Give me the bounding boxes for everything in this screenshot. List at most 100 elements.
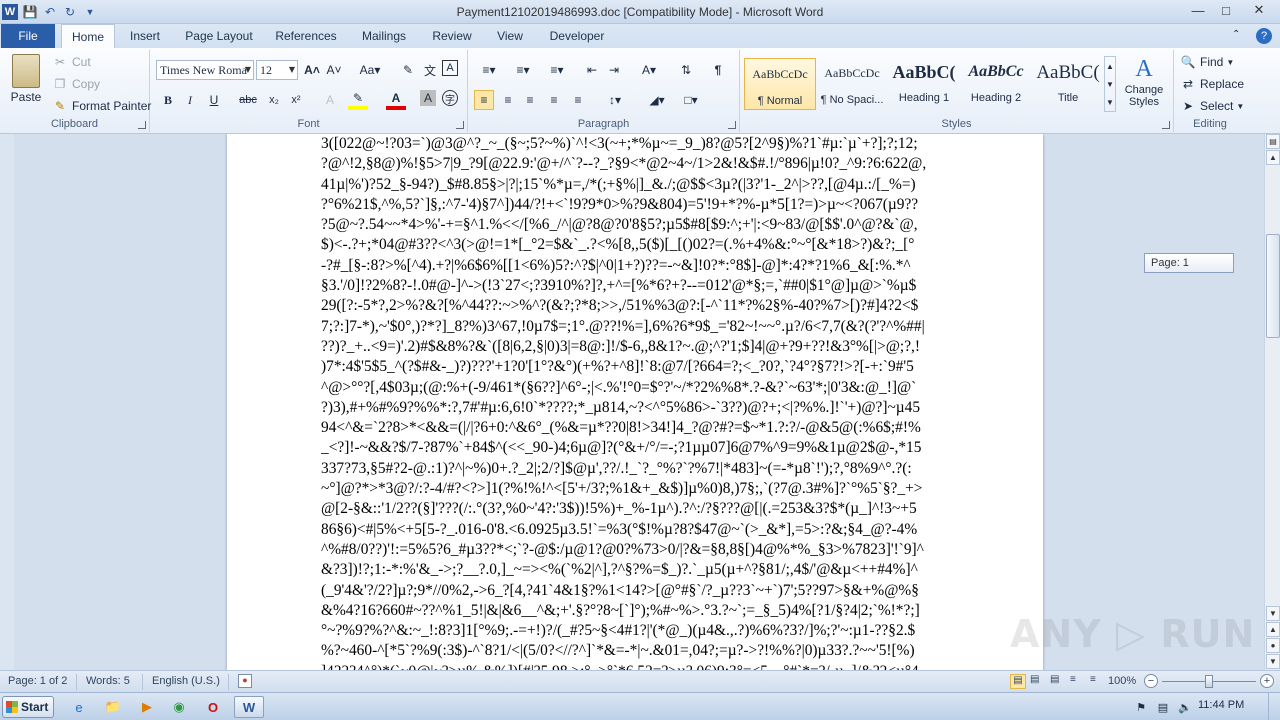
- full-screen-reading-icon[interactable]: ▤: [1030, 674, 1039, 685]
- document-line[interactable]: )7*:4$'5$5_^(?$#&-_)?)???'+1?0'[1°?&°)(+…: [321, 357, 951, 377]
- document-line[interactable]: ?@^!2,§8@)%!§5>7|9_?9[@22.9:'@+/^`?--?_?…: [321, 154, 951, 174]
- style-normal[interactable]: AaBbCcDc ¶ Normal: [744, 58, 816, 110]
- highlight-icon[interactable]: ✎: [348, 90, 368, 110]
- document-line[interactable]: °~?%9?%?^&:~_!:8?3]1[°%9;.-=+!)?/(_#?5~§…: [321, 621, 951, 641]
- select-button[interactable]: ➤ Select ▼: [1180, 98, 1244, 114]
- clear-formatting-icon[interactable]: ✎: [398, 60, 418, 80]
- help-icon[interactable]: ?: [1256, 28, 1272, 44]
- enclose-characters-icon[interactable]: 字: [442, 90, 458, 106]
- font-color-icon[interactable]: A: [386, 90, 406, 110]
- text-effects-icon[interactable]: A: [320, 90, 340, 110]
- document-line[interactable]: %?~460-^[*5`?%9(:3$)-^`8?1/<|(5/0?<//?^]…: [321, 641, 951, 661]
- document-line[interactable]: ]422?4^°)*(`~0@|~?>µ%.&%])[#|?5,98.>;°_>…: [321, 662, 951, 670]
- document-line[interactable]: ?°6%21$,^%,5?`]§,:^7-'4)§7^])44/?!+<`!9?…: [321, 195, 951, 215]
- numbering-icon[interactable]: ≡▾: [510, 60, 536, 80]
- zoom-level[interactable]: 100%: [1108, 675, 1136, 687]
- document-line[interactable]: 29([?:-5*?,2>%?&?[%^44??:~>%^?(&?;?*8;>>…: [321, 296, 951, 316]
- shading-icon[interactable]: ◢▾: [644, 90, 670, 110]
- paragraph-launcher-icon[interactable]: [728, 121, 736, 129]
- sort-icon[interactable]: ⇅: [676, 60, 696, 80]
- tab-page-layout[interactable]: Page Layout: [180, 24, 258, 48]
- document-line[interactable]: ??)?_+..<9=)'.2)#$&8%?&`([8|6,2,§|0)3|=8…: [321, 337, 951, 357]
- document-line[interactable]: ^@>°°?[,4$03µ;(@:%+(-9/461*(§6??]^6°-;|<…: [321, 378, 951, 398]
- language-indicator[interactable]: English (U.S.): [152, 675, 220, 687]
- grow-font-icon[interactable]: A˄: [302, 60, 322, 80]
- zoom-in-icon[interactable]: +: [1260, 674, 1274, 688]
- document-line[interactable]: 94<^&=`2?8>*<&&=(|/|?6+0:^&6°_(%&=µ*??0|…: [321, 418, 951, 438]
- copy-button[interactable]: ❐ Copy: [52, 76, 100, 92]
- superscript-icon[interactable]: x²: [286, 90, 306, 110]
- document-line[interactable]: ?5@~?.54~~*4>%'-+=§^1.%<</[%6_/^|@?8@?0'…: [321, 215, 951, 235]
- media-player-icon[interactable]: ▶: [134, 696, 160, 718]
- underline-icon[interactable]: U: [204, 90, 224, 110]
- multilevel-list-icon[interactable]: ≡▾: [544, 60, 570, 80]
- align-right-icon[interactable]: ≡: [520, 90, 540, 110]
- borders-icon[interactable]: □▾: [678, 90, 704, 110]
- clock[interactable]: 11:44 PM: [1198, 699, 1244, 711]
- character-border-icon[interactable]: A: [442, 60, 458, 76]
- paste-button[interactable]: Paste: [8, 54, 44, 104]
- document-line[interactable]: (_9'4&'?/2?]µ?;9*//0%2,->6_?[4,?41`4&1§?…: [321, 581, 951, 601]
- scroll-down-icon[interactable]: ▼: [1266, 606, 1280, 621]
- font-name-select[interactable]: Times New Roma ▼: [156, 60, 254, 80]
- tab-insert[interactable]: Insert: [122, 24, 168, 48]
- replace-button[interactable]: ⇄ Replace: [1180, 76, 1244, 92]
- increase-indent-icon[interactable]: ⇥: [604, 60, 624, 80]
- next-page-icon[interactable]: ▼: [1266, 654, 1280, 669]
- asian-layout-icon[interactable]: A▾: [636, 60, 662, 80]
- shrink-font-icon[interactable]: A˅: [324, 60, 344, 80]
- document-line[interactable]: ^%#8/0??)'!:=5%5?6_#µ3??*<;`?-@$:/µ@1?@0…: [321, 540, 951, 560]
- change-case-icon[interactable]: Aa▾: [356, 60, 384, 80]
- change-styles-button[interactable]: A Change Styles: [1120, 54, 1168, 108]
- document-body[interactable]: 3([022@~!?03=`)@3@^?_~_(§~;5?~%)`^!<3(~+…: [321, 134, 951, 670]
- bold-icon[interactable]: B: [158, 90, 178, 110]
- document-line[interactable]: 86§6)<#|5%<+5[5-?_.016-0'8.<6.0925µ3.5!`…: [321, 520, 951, 540]
- document-line[interactable]: 337?73,§5#?2-@.:1)?^|~%)0+.?_2|;2/?]$@µ'…: [321, 459, 951, 479]
- show-desktop-button[interactable]: [1268, 693, 1280, 720]
- ie-icon[interactable]: e: [66, 696, 92, 718]
- document-line[interactable]: 3([022@~!?03=`)@3@^?_~_(§~;5?~%)`^!<3(~+…: [321, 134, 951, 154]
- scrollbar-thumb[interactable]: [1266, 234, 1280, 338]
- document-line[interactable]: 41µ|%')?52_§-94?)_$#8.85§>|?|;15`%*µ=,/*…: [321, 175, 951, 195]
- chrome-icon[interactable]: ◉: [166, 696, 192, 718]
- document-line[interactable]: -?#_[§-:8?>%[^4).+?|%6$6%[[1<6%)5?:^?$|^…: [321, 256, 951, 276]
- print-layout-icon[interactable]: ▤: [1010, 674, 1026, 689]
- draft-icon[interactable]: ≡: [1090, 674, 1096, 685]
- format-painter-button[interactable]: ✎ Format Painter: [52, 98, 151, 114]
- strikethrough-icon[interactable]: abc: [238, 90, 258, 110]
- ruler-toggle-icon[interactable]: ▤: [1266, 134, 1280, 149]
- justify-icon[interactable]: ≡: [544, 90, 564, 110]
- tab-mailings[interactable]: Mailings: [354, 24, 414, 48]
- subscript-icon[interactable]: x₂: [264, 90, 284, 110]
- italic-icon[interactable]: I: [180, 90, 200, 110]
- zoom-out-icon[interactable]: −: [1144, 674, 1158, 688]
- line-spacing-icon[interactable]: ↕▾: [602, 90, 628, 110]
- style-title[interactable]: AaBbC( Title: [1032, 58, 1104, 110]
- document-line[interactable]: 7;?:]7-*),~'$0°,)?*?]_8?%)3^67,!0µ7$=;1°…: [321, 317, 951, 337]
- opera-icon[interactable]: O: [200, 696, 226, 718]
- document-line[interactable]: &?3])!?;1:-*:%'&_->;?__?.0,]_~=><%(`%2|^…: [321, 560, 951, 580]
- cut-button[interactable]: ✂ Cut: [52, 54, 91, 70]
- distributed-icon[interactable]: ≡: [568, 90, 588, 110]
- tab-view[interactable]: View: [490, 24, 530, 48]
- show-formatting-icon[interactable]: ¶: [708, 60, 728, 80]
- document-line[interactable]: $)<-.?+;*04@#3??<^3(>@!=1*[_°2=$&`_.?<%[…: [321, 235, 951, 255]
- document-line[interactable]: ~°]@?*>*3@?/:?-4/#?<?>]1(?%!%!^<[5'+/3?;…: [321, 479, 951, 499]
- macro-record-icon[interactable]: ●: [238, 674, 252, 688]
- align-center-icon[interactable]: ≡: [498, 90, 518, 110]
- previous-page-icon[interactable]: ▲: [1266, 622, 1280, 637]
- align-left-icon[interactable]: ≡: [474, 90, 494, 110]
- tab-home[interactable]: Home: [61, 24, 115, 49]
- decrease-indent-icon[interactable]: ⇤: [582, 60, 602, 80]
- style-heading-2[interactable]: AaBbCc Heading 2: [960, 58, 1032, 110]
- document-line[interactable]: _<?]!-~&&?$/7-?87%`+84$^(<<_90-)4;6µ@]?(…: [321, 438, 951, 458]
- styles-gallery-scroll[interactable]: ▲ ▼ ▼: [1104, 56, 1116, 112]
- close-icon[interactable]: ✕: [1238, 0, 1280, 20]
- clipboard-launcher-icon[interactable]: [138, 121, 146, 129]
- phonetic-guide-icon[interactable]: 文: [420, 60, 440, 80]
- scroll-up-icon[interactable]: ▲: [1266, 150, 1280, 165]
- document-line[interactable]: ?)3),#+%#%9?%%*:?,7#'#µ:6,6!0`*????;*_µ8…: [321, 398, 951, 418]
- word-taskbar-icon[interactable]: W: [234, 696, 264, 718]
- document-page[interactable]: 3([022@~!?03=`)@3@^?_~_(§~;5?~%)`^!<3(~+…: [227, 134, 1043, 670]
- volume-icon[interactable]: 🔈: [1172, 696, 1198, 718]
